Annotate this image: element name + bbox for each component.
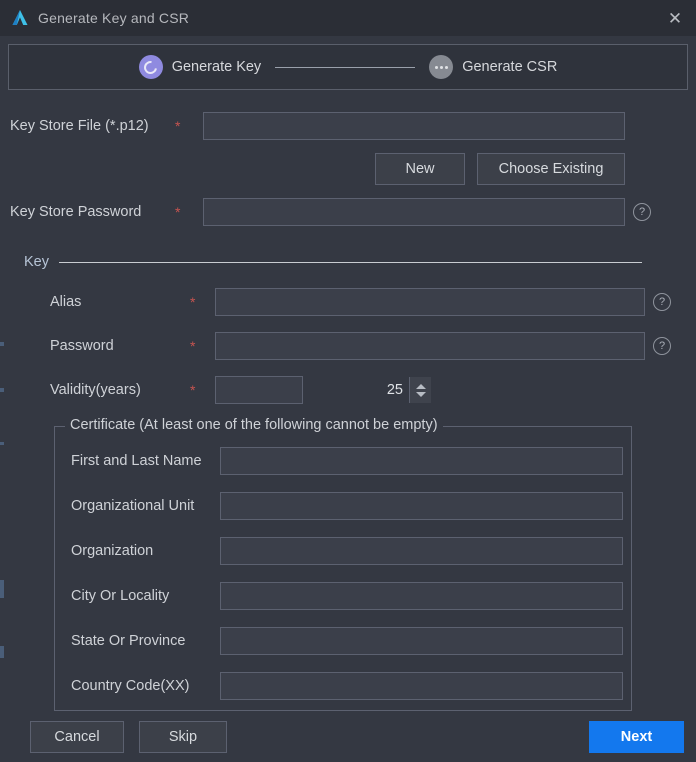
android-studio-icon [10,8,30,28]
alias-required: * [190,294,196,310]
keystore-file-input-field[interactable] [204,113,624,139]
chevron-down-icon[interactable] [415,391,426,397]
organization-input[interactable] [220,537,623,565]
city-or-locality-input[interactable] [220,582,623,610]
alias-help-icon[interactable]: ? [653,293,671,311]
validity-stepper[interactable] [215,376,431,404]
key-section-header: Key [10,254,686,270]
title-bar: Generate Key and CSR ✕ [0,0,696,36]
stepper-container: Generate Key Generate CSR [0,36,696,90]
keystore-file-required: * [175,118,181,134]
key-password-input[interactable] [215,332,645,360]
alias-row: Alias * ? [10,288,686,316]
validity-spinner-buttons[interactable] [409,377,431,403]
step-generate-key[interactable]: Generate Key [138,55,262,79]
chevron-up-icon[interactable] [415,383,426,389]
organizational-unit-input-field[interactable] [221,493,622,519]
state-or-province-input[interactable] [220,627,623,655]
validity-label: Validity(years) [50,382,141,398]
next-button[interactable]: Next [589,721,684,753]
cert-row-city-or-locality: City Or Locality [63,582,623,610]
close-icon[interactable]: ✕ [660,4,690,32]
city-or-locality-label: City Or Locality [71,588,170,604]
alias-input[interactable] [215,288,645,316]
new-button[interactable]: New [375,153,465,185]
step-generate-csr[interactable]: Generate CSR [429,55,557,79]
organizational-unit-input[interactable] [220,492,623,520]
validity-row: Validity(years) * [10,376,686,404]
certificate-group: Certificate (At least one of the followi… [54,417,632,711]
organization-label: Organization [71,543,154,559]
key-password-help-icon[interactable]: ? [653,337,671,355]
key-section-divider [59,261,642,263]
keystore-file-buttons-row: New Choose Existing [10,153,686,185]
ellipsis-icon [429,55,454,79]
keystore-password-input[interactable] [203,198,625,226]
keystore-password-label: Key Store Password [10,204,142,220]
window-title: Generate Key and CSR [38,10,190,26]
cert-row-country-code: Country Code(XX) [63,672,623,700]
cert-row-state-or-province: State Or Province [63,627,623,655]
keystore-file-label: Key Store File (*.p12) [10,118,149,134]
cancel-button[interactable]: Cancel [30,721,124,753]
keystore-password-input-field[interactable] [204,199,624,225]
step-generate-key-label: Generate Key [171,59,262,75]
generate-key-dialog: Generate Key and CSR ✕ Generate Key Gene… [0,0,696,762]
key-section-title: Key [24,254,49,270]
cert-row-organization: Organization [63,537,623,565]
key-password-label: Password [50,338,114,354]
alias-label: Alias [50,294,82,310]
skip-button[interactable]: Skip [139,721,227,753]
alias-input-field[interactable] [216,289,644,315]
step-generate-csr-label: Generate CSR [462,59,558,75]
first-and-last-name-input-field[interactable] [221,448,622,474]
organizational-unit-label: Organizational Unit [71,498,195,514]
validity-input-field[interactable] [216,377,409,403]
keystore-password-required: * [175,204,181,220]
country-code-label: Country Code(XX) [71,678,190,694]
key-password-input-field[interactable] [216,333,644,359]
first-and-last-name-label: First and Last Name [71,453,202,469]
keystore-password-row: Key Store Password * ? [10,198,686,226]
keystore-file-input[interactable] [203,112,625,140]
wizard-stepper: Generate Key Generate CSR [8,44,688,90]
city-or-locality-input-field[interactable] [221,583,622,609]
keystore-password-help-icon[interactable]: ? [633,203,651,221]
certificate-legend: Certificate (At least one of the followi… [65,417,443,433]
validity-required: * [190,382,196,398]
dialog-footer: Cancel Skip Next [0,711,696,762]
choose-existing-button[interactable]: Choose Existing [477,153,625,185]
form-body: Key Store File (*.p12) * New Choose Exis… [0,90,696,711]
key-password-row: Password * ? [10,332,686,360]
first-and-last-name-input[interactable] [220,447,623,475]
ring-icon [138,55,163,79]
cert-row-organizational-unit: Organizational Unit [63,492,623,520]
country-code-input-field[interactable] [221,673,622,699]
organization-input-field[interactable] [221,538,622,564]
country-code-input[interactable] [220,672,623,700]
state-or-province-label: State Or Province [71,633,186,649]
key-password-required: * [190,338,196,354]
stepper-connector [275,66,416,68]
state-or-province-input-field[interactable] [221,628,622,654]
keystore-file-row: Key Store File (*.p12) * [10,112,686,140]
cert-row-first-last-name: First and Last Name [63,447,623,475]
